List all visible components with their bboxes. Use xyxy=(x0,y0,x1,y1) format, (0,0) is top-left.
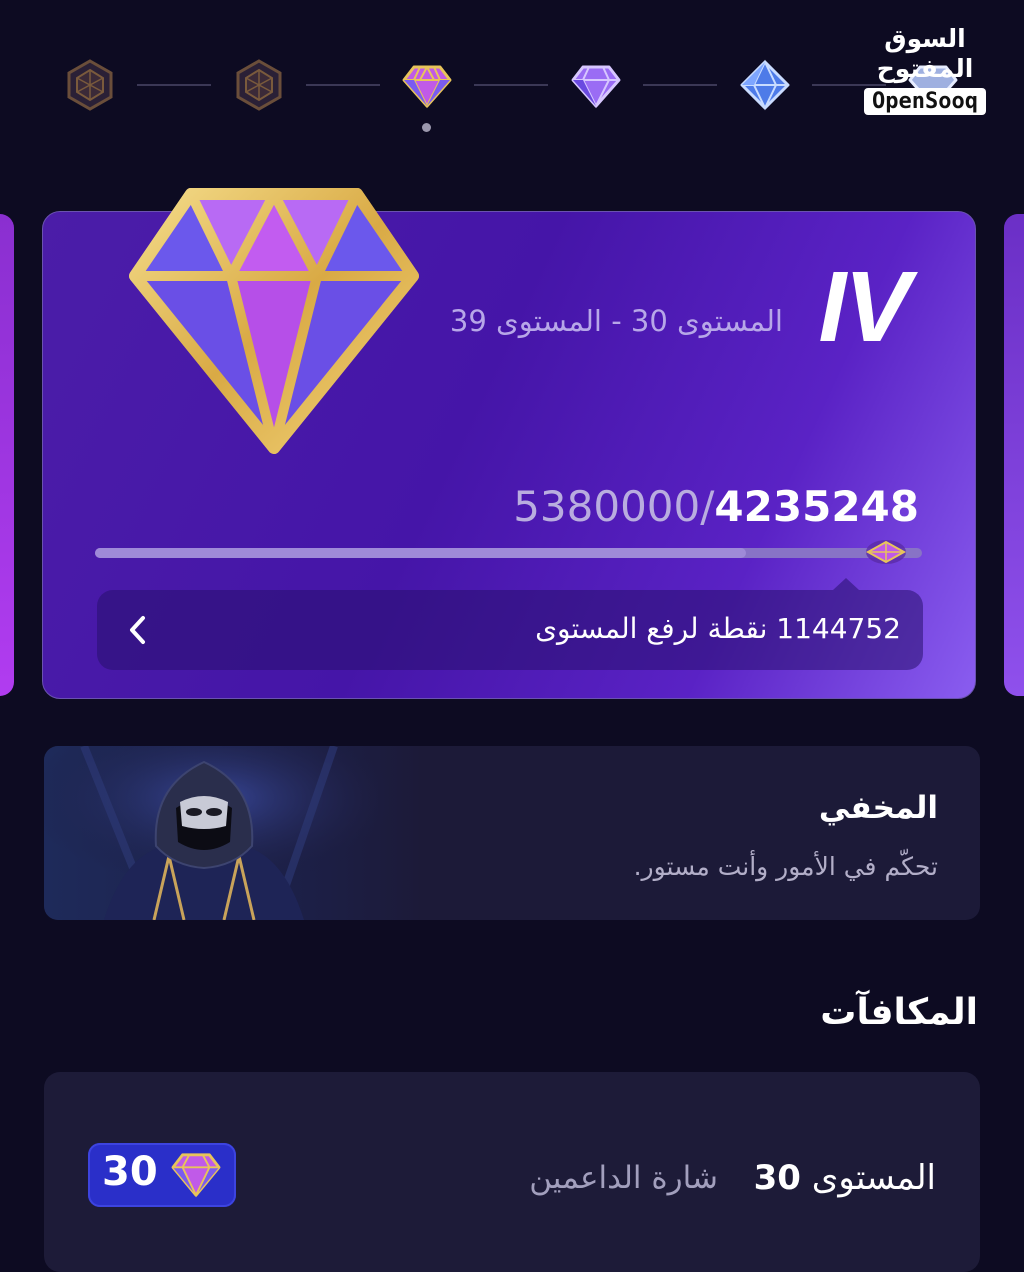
blue-diamond-icon[interactable] xyxy=(738,58,792,112)
level-progress-bar xyxy=(95,540,922,564)
points-current: 4235248 xyxy=(714,482,919,531)
progress-fill xyxy=(95,548,746,558)
track-connector xyxy=(474,84,548,86)
track-connector xyxy=(306,84,380,86)
reward-level-number: 30 xyxy=(753,1158,801,1198)
remaining-points-text: 1144752 نقطة لرفع المستوى xyxy=(535,612,901,645)
tier-track: السوق المفتوح OpenSooq xyxy=(0,0,1024,150)
pink-diamond-icon[interactable] xyxy=(400,58,454,112)
points-counter: 5380000/4235248 xyxy=(513,482,919,531)
pink-diamond-icon xyxy=(171,1153,221,1198)
track-connector xyxy=(643,84,717,86)
reward-level-label: المستوى xyxy=(811,1158,936,1198)
points-max: 5380000 xyxy=(513,482,701,531)
next-tier-card[interactable] xyxy=(1004,214,1024,696)
reward-badge: 30 xyxy=(88,1143,236,1207)
watermark-latin: OpenSooq xyxy=(864,88,986,115)
purple-diamond-icon[interactable] xyxy=(569,58,623,112)
level-card[interactable]: IV المستوى 30 - المستوى 39 5380000/42352… xyxy=(42,188,976,699)
reward-name: شارة الداعمين xyxy=(529,1160,718,1196)
masked-hooded-figure xyxy=(44,746,424,920)
track-connector xyxy=(137,84,211,86)
gold-purple-diamond-icon xyxy=(129,188,419,454)
reward-level: المستوى 30 xyxy=(754,1158,936,1198)
watermark-logo: السوق المفتوح OpenSooq xyxy=(850,24,1000,115)
bronze-gem-icon[interactable] xyxy=(232,58,286,112)
bronze-gem-icon[interactable] xyxy=(63,58,117,112)
reward-badge-number: 30 xyxy=(102,1149,158,1195)
tier-numeral: IV xyxy=(818,251,911,363)
progress-marker-icon xyxy=(865,540,906,564)
previous-tier-card[interactable] xyxy=(0,214,14,696)
chevron-left-icon[interactable] xyxy=(123,612,153,648)
level-range: المستوى 30 - المستوى 39 xyxy=(449,304,783,338)
remaining-points-row[interactable]: 1144752 نقطة لرفع المستوى xyxy=(97,578,923,670)
rewards-heading: المكافآت xyxy=(820,992,978,1033)
persona-description: تحكّم في الأمور وأنت مستور. xyxy=(633,852,938,881)
watermark-arabic: السوق المفتوح xyxy=(876,24,974,83)
persona-card[interactable]: المخفي تحكّم في الأمور وأنت مستور. xyxy=(44,746,980,920)
persona-title: المخفي xyxy=(818,790,938,826)
current-tier-indicator xyxy=(422,123,431,132)
reward-item[interactable]: المستوى 30 شارة الداعمين 30 xyxy=(44,1072,980,1272)
